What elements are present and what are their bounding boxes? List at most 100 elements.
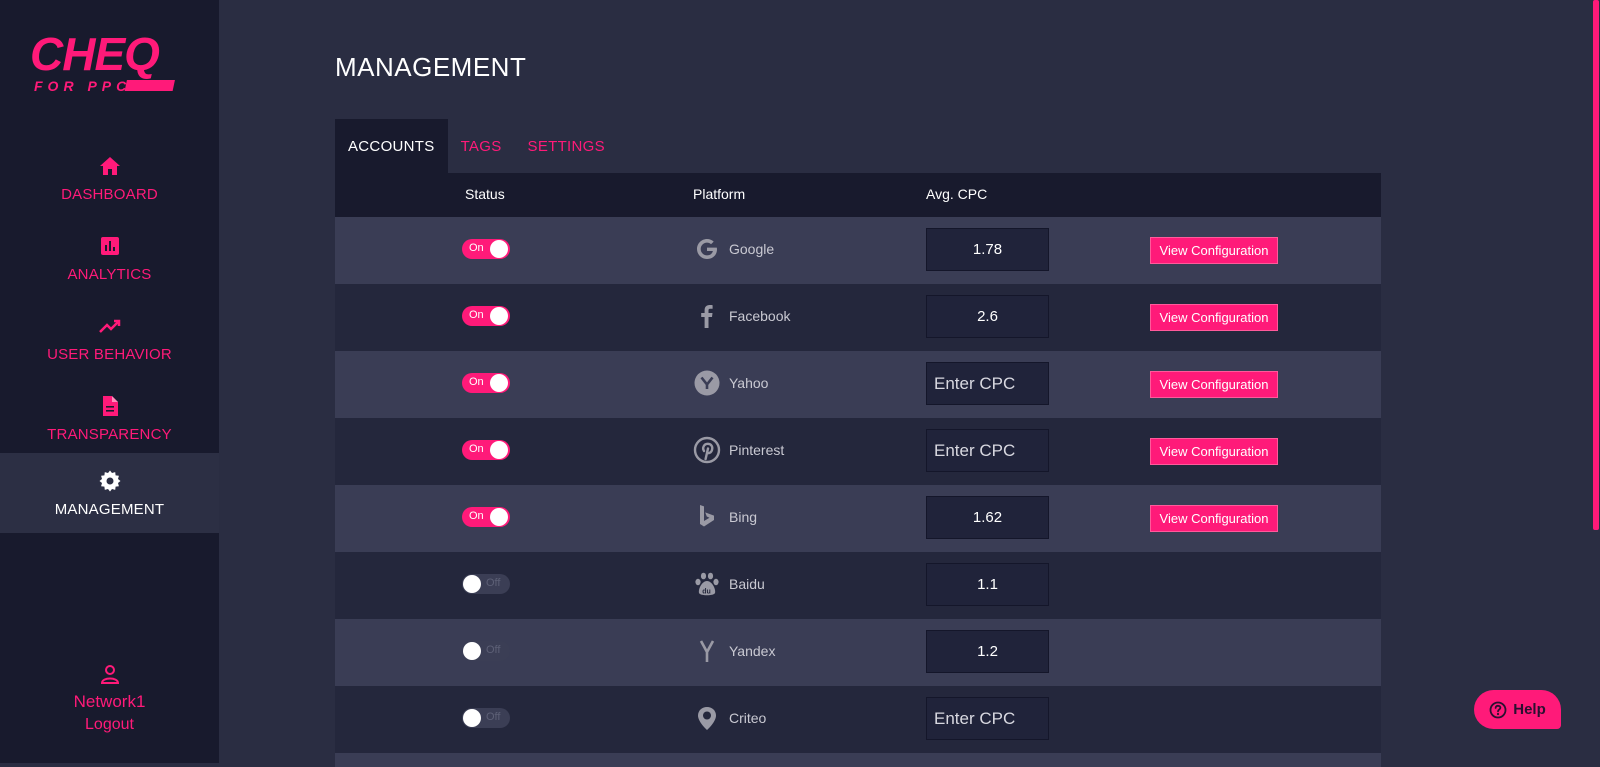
scrollbar-thumb[interactable] <box>1593 0 1599 530</box>
platform-cell: Yandex <box>693 635 775 667</box>
status-toggle[interactable]: On <box>462 373 510 393</box>
status-toggle[interactable]: Off <box>462 574 510 594</box>
sidebar-item-dashboard[interactable]: DASHBOARD <box>0 138 219 218</box>
svg-text:du: du <box>702 589 711 596</box>
tab-settings[interactable]: SETTINGS <box>515 119 618 173</box>
platform-name: Baidu <box>729 576 765 592</box>
platform-cell: Criteo <box>693 702 766 734</box>
cpc-input[interactable] <box>926 697 1049 740</box>
sidebar-item-user-behavior[interactable]: USER BEHAVIOR <box>0 298 219 378</box>
table-row: On Google View Configuration <box>335 217 1381 284</box>
column-header-platform: Platform <box>693 186 746 202</box>
toggle-knob <box>463 575 481 593</box>
platform-name: Facebook <box>729 308 791 324</box>
toggle-label: Off <box>486 711 501 723</box>
cpc-input[interactable] <box>926 295 1049 338</box>
view-configuration-button[interactable]: View Configuration <box>1150 304 1278 331</box>
platform-cell: Pinterest <box>693 434 784 466</box>
platform-name: Yahoo <box>729 375 769 391</box>
platform-name: Yandex <box>729 643 776 659</box>
sidebar-item-transparency[interactable]: TRANSPARENCY <box>0 378 219 458</box>
sidebar-item-management[interactable]: MANAGEMENT <box>0 453 219 533</box>
home-icon <box>99 156 120 175</box>
table-row: Off Yandex <box>335 619 1381 686</box>
sidebar: CHEQ FOR PPC DASHBOARD ANALYTICS USER BE… <box>0 0 219 763</box>
toggle-knob <box>490 441 508 459</box>
facebook-icon <box>693 302 721 330</box>
cpc-input[interactable] <box>926 630 1049 673</box>
status-toggle[interactable]: Off <box>462 708 510 728</box>
platform-cell: Facebook <box>693 300 790 332</box>
status-toggle[interactable]: On <box>462 507 510 527</box>
page-title: MANAGEMENT <box>335 52 527 82</box>
platform-name: Google <box>729 241 775 257</box>
view-configuration-button[interactable]: View Configuration <box>1150 505 1278 532</box>
google-icon <box>693 235 721 263</box>
cheq-logo[interactable]: CHEQ FOR PPC <box>28 28 188 96</box>
sidebar-item-label: DASHBOARD <box>61 185 158 203</box>
status-toggle[interactable]: Off <box>462 641 510 661</box>
toggle-knob <box>463 642 481 660</box>
toggle-label: On <box>469 309 484 321</box>
help-button[interactable]: Help <box>1474 690 1561 729</box>
column-header-cpc: Avg. CPC <box>926 186 988 202</box>
table-row <box>335 753 1381 767</box>
view-configuration-button[interactable]: View Configuration <box>1150 438 1278 465</box>
cpc-input[interactable] <box>926 362 1049 405</box>
table-row: On Yahoo View Configuration <box>335 351 1381 418</box>
status-toggle[interactable]: On <box>462 239 510 259</box>
trend-line-icon <box>98 319 120 333</box>
table-row: On Pinterest View Configuration <box>335 418 1381 485</box>
yahoo-icon <box>693 369 721 397</box>
toggle-label: On <box>469 510 484 522</box>
sidebar-item-label: USER BEHAVIOR <box>47 345 172 363</box>
tab-accounts[interactable]: ACCOUNTS <box>335 119 448 173</box>
column-header-status: Status <box>465 186 505 202</box>
baidu-icon: du <box>693 570 721 598</box>
platform-name: Bing <box>729 509 758 525</box>
document-icon <box>102 395 118 416</box>
platform-cell: Google <box>693 233 774 265</box>
bar-chart-icon <box>100 236 119 255</box>
toggle-knob <box>490 240 508 258</box>
view-configuration-button[interactable]: View Configuration <box>1150 237 1278 264</box>
sidebar-item-analytics[interactable]: ANALYTICS <box>0 218 219 298</box>
cpc-input[interactable] <box>926 429 1049 472</box>
sidebar-item-label: TRANSPARENCY <box>47 425 172 443</box>
question-circle-icon <box>1489 701 1507 718</box>
tab-tags[interactable]: TAGS <box>448 119 515 173</box>
user-block: Network1 Logout <box>0 662 219 736</box>
bing-icon <box>693 503 721 531</box>
platform-cell: Yahoo <box>693 367 768 399</box>
gear-icon <box>99 470 120 491</box>
toggle-label: On <box>469 443 484 455</box>
toggle-label: On <box>469 376 484 388</box>
pinterest-icon <box>693 436 721 464</box>
sidebar-item-label: MANAGEMENT <box>54 500 165 518</box>
logout-link[interactable]: Logout <box>85 714 134 736</box>
platform-name: Pinterest <box>729 442 785 458</box>
table-row: Off Criteo <box>335 686 1381 753</box>
cpc-input[interactable] <box>926 496 1049 539</box>
yandex-icon <box>693 637 721 665</box>
user-name: Network1 <box>73 692 146 711</box>
toggle-knob <box>463 709 481 727</box>
toggle-label: On <box>469 242 484 254</box>
status-toggle[interactable]: On <box>462 440 510 460</box>
toggle-label: Off <box>486 644 501 656</box>
platform-name: Criteo <box>729 710 767 726</box>
scrollbar[interactable] <box>1592 0 1600 763</box>
cpc-input[interactable] <box>926 228 1049 271</box>
cpc-input[interactable] <box>926 563 1049 606</box>
status-toggle[interactable]: On <box>462 306 510 326</box>
toggle-label: Off <box>486 577 501 589</box>
platform-cell: Bing <box>693 501 757 533</box>
svg-text:FOR PPC: FOR PPC <box>34 78 131 94</box>
user-icon <box>100 665 119 684</box>
tab-bar: ACCOUNTS TAGS SETTINGS <box>335 119 618 173</box>
table-row: Off du Baidu <box>335 552 1381 619</box>
table-header: Status Platform Avg. CPC <box>335 173 1381 217</box>
platform-cell: du Baidu <box>693 568 765 600</box>
view-configuration-button[interactable]: View Configuration <box>1150 371 1278 398</box>
criteo-icon <box>693 704 721 732</box>
